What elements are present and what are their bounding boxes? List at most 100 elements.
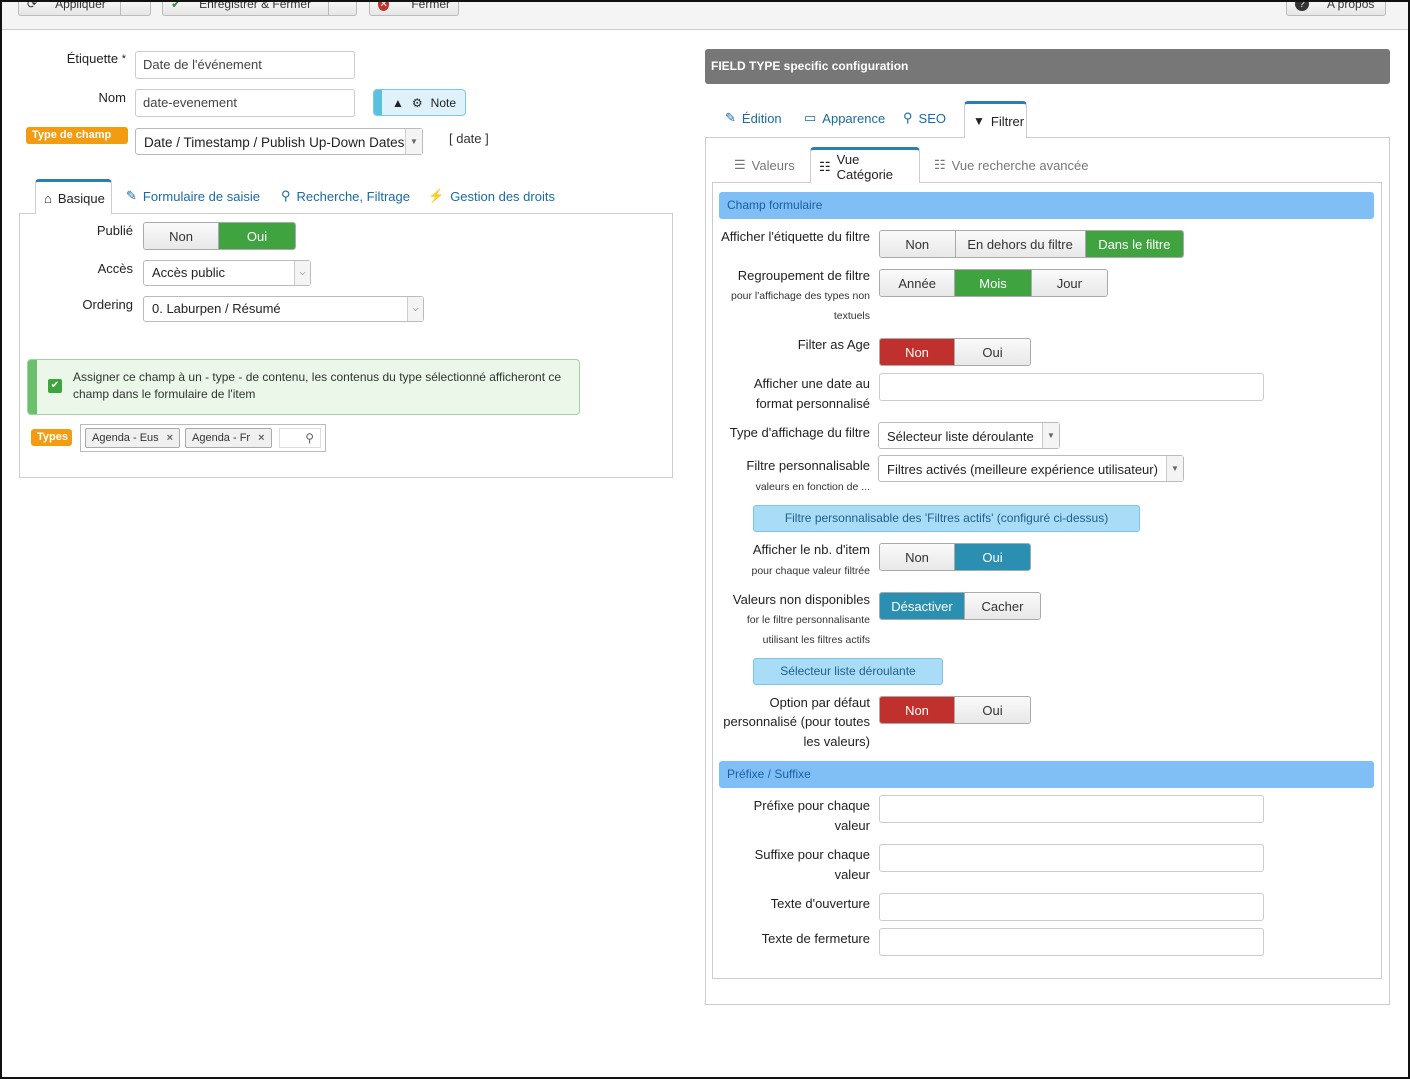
panel-title: FIELD TYPE specific configuration <box>705 49 1390 84</box>
gear-icon: ⚙ <box>411 95 423 110</box>
type-tag[interactable]: Agenda - Eus × <box>85 428 181 448</box>
chevron-down-icon: ⌵ <box>407 297 423 321</box>
tab-basique-label: Basique <box>57 190 105 206</box>
prefix-label2: valeur <box>834 818 870 833</box>
access-label: Accès <box>97 261 133 276</box>
show-count-no-button[interactable]: Non <box>880 544 955 570</box>
display-type-label: Type d'affichage du filtre <box>729 425 870 440</box>
tab-seo[interactable]: ⚲ SEO <box>903 108 946 128</box>
edit-icon: ✎ <box>126 188 137 203</box>
custom-filter-sub: valeurs en fonction de ... <box>755 481 870 493</box>
remove-icon[interactable]: × <box>258 429 264 447</box>
filter-age-yes-button[interactable]: Oui <box>955 339 1030 365</box>
custom-date-label2: format personnalisé <box>755 396 870 411</box>
unavailable-hide-button[interactable]: Cacher <box>964 593 1040 619</box>
tab-droits-label: Gestion des droits <box>450 188 555 204</box>
grouping-year-button[interactable]: Année <box>880 270 956 296</box>
tab-edition[interactable]: ✎ Édition <box>725 108 782 128</box>
label-field-label: Étiquette * <box>66 51 126 66</box>
subtab-vue-categorie[interactable]: ☷ Vue Catégorie <box>810 147 920 183</box>
published-label: Publié <box>96 223 133 238</box>
closing-text-input[interactable] <box>879 928 1264 956</box>
checkbox-icon[interactable]: ✔ <box>48 379 62 393</box>
default-option-label1: Option par défaut <box>769 695 870 710</box>
search-icon: ⚲ <box>903 110 913 125</box>
about-label: A propos <box>1327 0 1375 11</box>
show-label-no-button[interactable]: Non <box>880 231 956 257</box>
grouping-day-button[interactable]: Jour <box>1031 270 1107 296</box>
subtab-recherche-avancee[interactable]: ☷ Vue recherche avancée <box>934 155 1089 175</box>
subtab-valeurs[interactable]: ☰ Valeurs <box>734 155 795 175</box>
tab-formulaire[interactable]: ✎ Formulaire de saisie <box>126 186 260 206</box>
tab-droits[interactable]: ⚡ Gestion des droits <box>428 186 555 206</box>
grouping-month-button[interactable]: Mois <box>955 270 1032 296</box>
field-type-select[interactable]: Date / Timestamp / Publish Up-Down Dates… <box>135 128 423 155</box>
search-icon[interactable]: ⚲ <box>279 428 321 448</box>
tab-joint <box>811 182 919 184</box>
note-button[interactable]: ▲ ⚙ Note <box>373 89 466 116</box>
home-icon: ⌂ <box>44 190 52 206</box>
info-dropdown: Sélecteur liste déroulante <box>753 658 943 685</box>
about-button[interactable]: ? A propos <box>1286 0 1386 16</box>
types-multiselect[interactable]: Agenda - Eus × Agenda - Fr × ⚲ <box>80 424 326 452</box>
tab-seo-label: SEO <box>918 110 946 126</box>
label-input[interactable]: Date de l'événement <box>135 51 355 79</box>
help-icon: ? <box>1295 0 1309 11</box>
custom-date-label1: Afficher une date au <box>753 376 870 391</box>
close-button[interactable]: ✕ Fermer <box>369 0 459 16</box>
ordering-select[interactable]: 0. Laburpen / Résumé ⌵ <box>143 296 424 322</box>
prefix-label1: Préfixe pour chaque <box>753 798 870 813</box>
tab-apparence[interactable]: ▭ Apparence <box>804 108 885 128</box>
filter-age-toggle: Non Oui <box>879 338 1031 366</box>
save-close-label: Enregistrer & Fermer <box>199 0 312 11</box>
access-select[interactable]: Accès public ⌵ <box>143 260 311 286</box>
show-label-toggle: Non En dehors du filtre Dans le filtre <box>879 230 1184 258</box>
custom-date-input[interactable] <box>879 373 1264 401</box>
show-count-yes-button[interactable]: Oui <box>955 544 1030 570</box>
default-option-no-button[interactable]: Non <box>880 697 955 723</box>
unavailable-sub2: utilisant les filtres actifs <box>762 634 870 646</box>
filter-age-no-button[interactable]: Non <box>880 339 955 365</box>
tab-edition-label: Édition <box>741 110 782 126</box>
display-type-select[interactable]: Sélecteur liste déroulante ▼ <box>878 422 1060 449</box>
opening-text-input[interactable] <box>879 893 1264 921</box>
edit-icon: ✎ <box>725 110 736 125</box>
section-prefix-suffix: Préfixe / Suffixe <box>719 761 1374 788</box>
type-tag[interactable]: Agenda - Fr × <box>185 428 272 448</box>
custom-filter-select[interactable]: Filtres activés (meilleure expérience ut… <box>878 455 1184 482</box>
tab-recherche[interactable]: ⚲ Recherche, Filtrage <box>281 186 410 206</box>
show-label-outside-button[interactable]: En dehors du filtre <box>955 231 1086 257</box>
grouping-sub2: textuels <box>833 310 870 322</box>
apply-button[interactable]: ⟳ Appliquer <box>18 0 151 16</box>
note-label: Note <box>430 95 457 110</box>
remove-icon[interactable]: × <box>167 429 173 447</box>
default-option-label2: personnalisé (pour toutes <box>723 714 870 729</box>
unavailable-label: Valeurs non disponibles <box>732 592 870 607</box>
name-input[interactable]: date-evenement <box>135 89 355 117</box>
published-yes-button[interactable]: Oui <box>219 223 295 249</box>
chevron-down-icon: ▼ <box>1166 456 1183 481</box>
apply-label: Appliquer <box>55 0 106 11</box>
published-no-button[interactable]: Non <box>144 223 220 249</box>
suffix-input[interactable] <box>879 844 1264 872</box>
ordering-value: 0. Laburpen / Résumé <box>152 301 281 316</box>
name-field-label: Nom <box>98 90 126 105</box>
prefix-input[interactable] <box>879 795 1264 823</box>
custom-filter-label: Filtre personnalisable <box>746 458 870 473</box>
default-option-yes-button[interactable]: Oui <box>955 697 1030 723</box>
field-type-code: [ date ] <box>449 131 489 146</box>
default-option-label3: les valeurs) <box>803 734 870 749</box>
unavailable-disable-button[interactable]: Désactiver <box>880 593 965 619</box>
show-label-inside-button[interactable]: Dans le filtre <box>1085 231 1183 257</box>
list-icon: ☷ <box>819 158 831 174</box>
warning-icon: ▲ <box>392 95 404 110</box>
tab-filtrer[interactable]: ▼ Filtrer <box>964 101 1027 138</box>
types-badge: Types <box>31 429 72 446</box>
close-icon: ✕ <box>378 0 390 11</box>
closing-text-label: Texte de fermeture <box>761 931 870 946</box>
tab-joint <box>36 213 111 215</box>
save-close-button[interactable]: ✔ Enregistrer & Fermer <box>162 0 357 16</box>
close-label: Fermer <box>411 0 450 11</box>
tab-basique[interactable]: ⌂ Basique <box>35 179 112 214</box>
monitor-icon: ▭ <box>804 110 817 125</box>
